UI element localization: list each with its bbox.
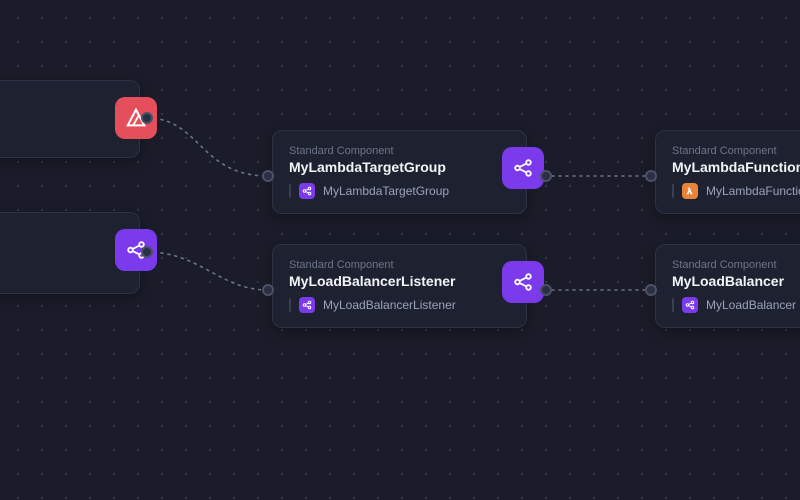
node-title: MyLambdaFunction: [672, 159, 800, 175]
node-lambda-target-group[interactable]: Standard Component MyLambdaTargetGroup M…: [272, 130, 527, 214]
node-subline: MyLambdaTargetGroup: [289, 183, 510, 199]
node-category: Standard Component: [289, 145, 510, 157]
connector-handle[interactable]: [540, 170, 552, 182]
node-lambda-function[interactable]: Standard Component MyLambdaFunction MyLa…: [655, 130, 800, 214]
connector-handle[interactable]: [141, 112, 153, 124]
node-subline: MyLoadBalancer: [672, 297, 800, 313]
node-category: Standard Component: [289, 259, 510, 271]
share-icon: [299, 183, 315, 199]
connector-handle[interactable]: [141, 246, 153, 258]
share-icon: [502, 261, 544, 303]
node-load-balancer-listener[interactable]: Standard Component MyLoadBalancerListene…: [272, 244, 527, 328]
node-category: Standard Component: [672, 259, 800, 271]
node-subline: MyLambdaFunction: [672, 183, 800, 199]
divider: [672, 184, 674, 198]
node-title: MyLoadBalancerListener: [289, 273, 510, 289]
node-load-balancer[interactable]: Standard Component MyLoadBalancer MyLoad…: [655, 244, 800, 328]
node-subline: MyLoadBalancerListener: [289, 297, 510, 313]
diagram-canvas[interactable]: Standard Component MyLambdaTargetGroup M…: [0, 0, 800, 500]
node-sublabel: MyLoadBalancerListener: [323, 298, 456, 312]
node-partial-bottom[interactable]: [0, 212, 140, 294]
node-sublabel: MyLambdaFunction: [706, 184, 800, 198]
share-icon: [299, 297, 315, 313]
node-title: MyLoadBalancer: [672, 273, 800, 289]
node-title: MyLambdaTargetGroup: [289, 159, 510, 175]
share-icon: [682, 297, 698, 313]
node-category: Standard Component: [672, 145, 800, 157]
connector-handle[interactable]: [262, 170, 274, 182]
divider: [672, 298, 674, 312]
lambda-icon: [682, 183, 698, 199]
divider: [289, 184, 291, 198]
node-sublabel: MyLoadBalancer: [706, 298, 796, 312]
connector-handle[interactable]: [262, 284, 274, 296]
node-partial-top[interactable]: [0, 80, 140, 158]
share-icon: [502, 147, 544, 189]
divider: [289, 298, 291, 312]
node-sublabel: MyLambdaTargetGroup: [323, 184, 449, 198]
connector-handle[interactable]: [540, 284, 552, 296]
connector-handle[interactable]: [645, 284, 657, 296]
connector-handle[interactable]: [645, 170, 657, 182]
